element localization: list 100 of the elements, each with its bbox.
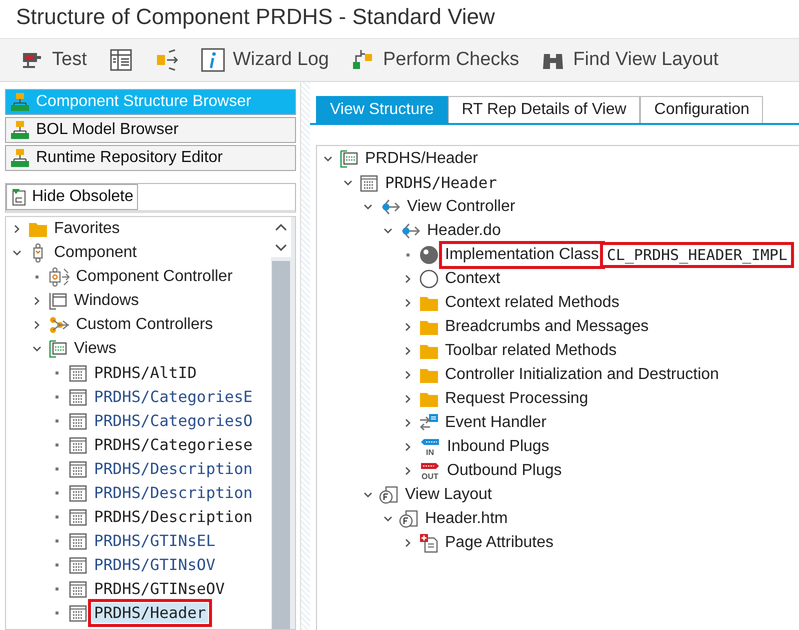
expand-chevron-icon[interactable]: [12, 224, 22, 234]
hide-obsolete-button[interactable]: Hide Obsolete: [6, 184, 138, 210]
tab[interactable]: RT Rep Details of View: [448, 96, 640, 123]
plug-in-icon: [420, 438, 440, 446]
tree-item[interactable]: PRDHS/GTINsEL: [92, 531, 218, 551]
expand-chevron-icon[interactable]: [403, 442, 413, 452]
layout-icon: [399, 509, 419, 529]
views-icon: [339, 149, 359, 169]
expand-chevron-icon[interactable]: [403, 322, 413, 332]
folder-icon: [419, 366, 439, 384]
collapse-chevron-icon[interactable]: [383, 226, 393, 236]
toolbar-icon[interactable]: [108, 48, 133, 72]
tree-item[interactable]: Context: [443, 269, 502, 289]
nodes-icon: [48, 315, 70, 335]
scrollbar[interactable]: [271, 217, 295, 629]
collapse-chevron-icon[interactable]: [343, 178, 353, 188]
tree-item[interactable]: View Controller: [405, 197, 518, 217]
tree-item[interactable]: View Layout: [403, 485, 494, 505]
tree-item[interactable]: Context related Methods: [443, 293, 622, 313]
expand-chevron-icon[interactable]: [403, 298, 413, 308]
tree-item[interactable]: PRDHS/Categoriese: [92, 435, 255, 455]
view-icon: [68, 531, 88, 551]
browser-button[interactable]: BOL Model Browser: [5, 117, 296, 143]
tree-item[interactable]: PRDHS/GTINseOV: [92, 579, 227, 599]
views-icon: [48, 339, 68, 359]
circle-icon: [419, 269, 439, 289]
tree-item[interactable]: PRDHS/GTINsOV: [92, 555, 218, 575]
tree-item[interactable]: Header.do: [425, 221, 503, 241]
tree-item[interactable]: PRDHS/Header: [363, 149, 480, 169]
expand-chevron-icon[interactable]: [32, 320, 42, 330]
view-icon: [68, 435, 88, 455]
expand-chevron-icon[interactable]: [403, 370, 413, 380]
toolbar-button[interactable]: Perform Checks: [350, 48, 520, 72]
tab[interactable]: Configuration: [640, 96, 764, 123]
collapse-chevron-icon[interactable]: [12, 248, 22, 258]
view-icon: [68, 579, 88, 599]
class-name-field: CL_PRDHS_HEADER_IMPL: [602, 245, 792, 265]
view-icon: [68, 483, 88, 503]
toolbar-button[interactable]: Wizard Log: [200, 48, 329, 72]
tree-item[interactable]: PRDHS/CategoriesO: [92, 411, 255, 431]
folder-icon: [419, 294, 439, 312]
expand-chevron-icon[interactable]: [403, 418, 413, 428]
layout-icon: [379, 485, 399, 505]
collapse-chevron-icon[interactable]: [363, 490, 373, 500]
plug-out-icon: [420, 462, 440, 470]
expand-chevron-icon[interactable]: [32, 296, 42, 306]
tree-item[interactable]: Favorites: [52, 219, 122, 239]
view-icon: [68, 411, 88, 431]
tree-item[interactable]: Toolbar related Methods: [443, 341, 619, 361]
window-title: Structure of Component PRDHS - Standard View: [15, 3, 496, 31]
tree-item[interactable]: PRDHS/AltID: [92, 363, 199, 383]
tree-item[interactable]: Component Controller: [74, 267, 235, 287]
tree-item[interactable]: PRDHS/Description: [92, 483, 255, 503]
hierarchy-check-icon: [350, 48, 375, 72]
tree-item[interactable]: Header.htm: [423, 509, 510, 529]
browser-button[interactable]: Runtime Repository Editor: [5, 145, 296, 171]
tree-item[interactable]: Custom Controllers: [74, 315, 215, 335]
plug-label: OUT: [422, 472, 438, 480]
selected-tree-row[interactable]: PRDHS/Header: [6, 601, 271, 625]
collapse-chevron-icon[interactable]: [32, 344, 42, 354]
scroll-thumb[interactable]: [272, 261, 290, 629]
collapse-chevron-icon[interactable]: [323, 154, 333, 164]
expand-chevron-icon[interactable]: [403, 538, 413, 548]
controller-icon: [48, 267, 70, 287]
view-icon: [68, 555, 88, 575]
tree-item[interactable]: Event Handler: [443, 413, 548, 433]
view-icon: [68, 507, 88, 527]
view-icon: [68, 603, 88, 623]
view-icon: [359, 173, 379, 193]
expand-chevron-icon[interactable]: [403, 394, 413, 404]
tree-item[interactable]: Inbound Plugs: [445, 437, 552, 457]
tree-item[interactable]: PRDHS/Header: [383, 173, 499, 193]
tree-item[interactable]: Outbound Plugs: [445, 461, 564, 481]
expand-chevron-icon[interactable]: [403, 274, 413, 284]
page-attributes-icon: [419, 533, 439, 553]
controller-icon: [379, 197, 401, 217]
tree-item[interactable]: PRDHS/Description: [92, 459, 255, 479]
tree-item[interactable]: Windows: [72, 291, 141, 311]
toolbar-button[interactable]: Test: [20, 48, 87, 72]
tree-item[interactable]: Request Processing: [443, 389, 590, 409]
toolbar-button[interactable]: Find View Layout: [541, 48, 719, 72]
tree-item[interactable]: Page Attributes: [443, 533, 556, 553]
folder-icon: [419, 342, 439, 360]
collapse-chevron-icon[interactable]: [383, 514, 393, 524]
tree-item[interactable]: Controller Initialization and Destruction: [443, 365, 721, 385]
controller-icon: [399, 221, 421, 241]
expand-chevron-icon[interactable]: [403, 346, 413, 356]
window-icon: [48, 291, 68, 311]
view-icon: [68, 387, 88, 407]
folder-icon: [419, 318, 439, 336]
tree-item[interactable]: PRDHS/Header: [92, 603, 208, 623]
tree-item[interactable]: Views: [72, 339, 118, 359]
view-icon: [68, 363, 88, 383]
tree-item[interactable]: Breadcrumbs and Messages: [443, 317, 651, 337]
tree-item[interactable]: PRDHS/CategoriesE: [92, 387, 255, 407]
collapse-chevron-icon[interactable]: [363, 202, 373, 212]
tree-item[interactable]: PRDHS/Description: [92, 507, 255, 527]
tree-item[interactable]: Component: [52, 243, 139, 263]
expand-chevron-icon[interactable]: [403, 466, 413, 476]
event-icon: [419, 413, 439, 433]
